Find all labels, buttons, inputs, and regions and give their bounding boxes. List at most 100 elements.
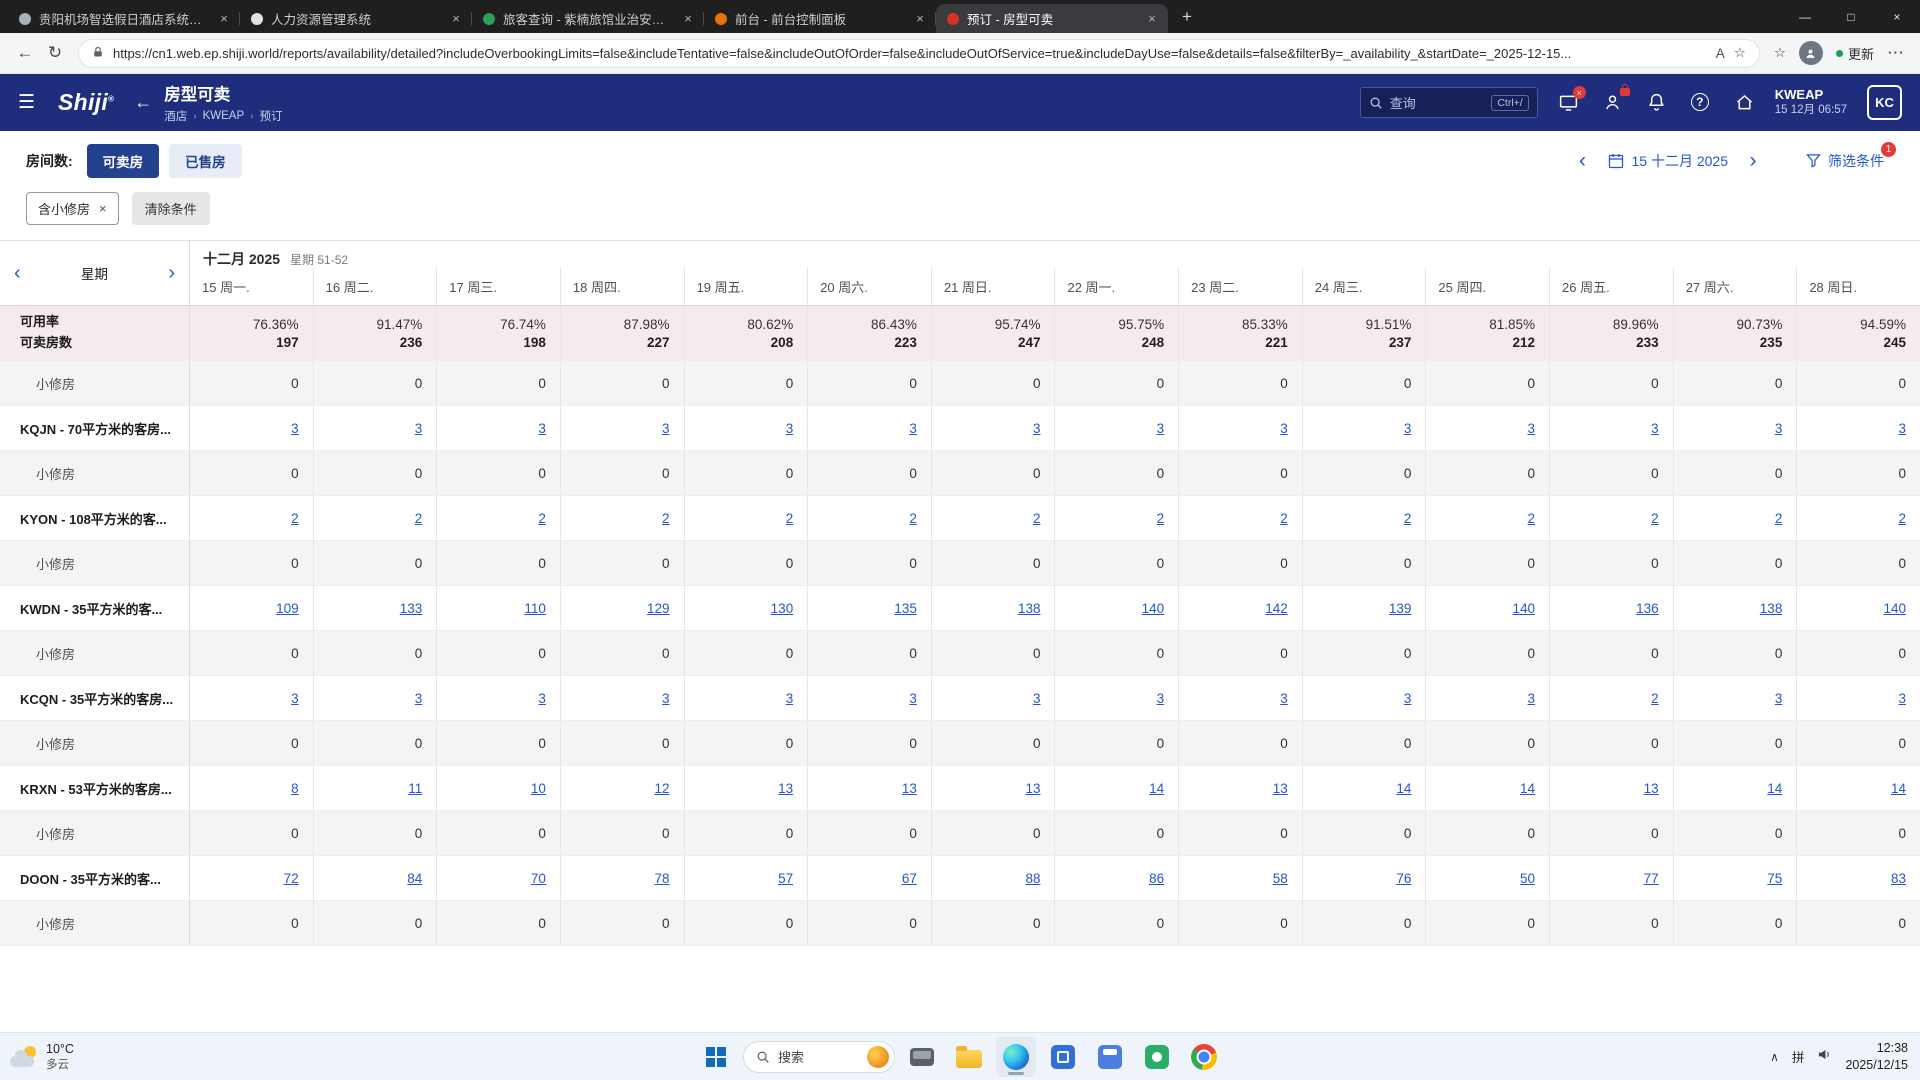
browser-tab[interactable]: 旅客查询 - 紫楠旅馆业治安信息系...× xyxy=(472,4,704,33)
minimize-button[interactable]: — xyxy=(1782,0,1828,33)
remove-chip-icon[interactable]: × xyxy=(99,201,107,216)
availability-link[interactable]: 13 xyxy=(778,781,793,796)
tray-expand-icon[interactable]: ∧ xyxy=(1770,1050,1779,1064)
availability-link[interactable]: 3 xyxy=(1528,691,1536,706)
availability-link[interactable]: 3 xyxy=(538,421,546,436)
new-tab-button[interactable]: + xyxy=(1174,5,1200,31)
address-bar[interactable]: https://cn1.web.ep.shiji.world/reports/a… xyxy=(78,39,1760,68)
availability-link[interactable]: 2 xyxy=(1775,511,1783,526)
availability-link[interactable]: 138 xyxy=(1760,601,1783,616)
system-app-taskbar-button[interactable] xyxy=(902,1037,942,1077)
minor-repair-filter-chip[interactable]: 含小修房 × xyxy=(26,192,119,225)
ime-indicator[interactable]: 拼 xyxy=(1792,1047,1805,1066)
availability-link[interactable]: 3 xyxy=(662,691,670,706)
refresh-icon[interactable]: ↻ xyxy=(40,38,70,68)
availability-link[interactable]: 3 xyxy=(415,421,423,436)
availability-link[interactable]: 2 xyxy=(786,511,794,526)
breadcrumb-reservation[interactable]: 预订 xyxy=(260,108,283,124)
availability-link[interactable]: 3 xyxy=(786,691,794,706)
favorites-bar-icon[interactable]: ☆ xyxy=(1774,45,1786,61)
availability-link[interactable]: 78 xyxy=(655,871,670,886)
availability-link[interactable]: 11 xyxy=(408,781,422,796)
availability-link[interactable]: 3 xyxy=(1033,691,1041,706)
prev-date-button[interactable]: ‹ xyxy=(1570,149,1596,173)
availability-link[interactable]: 3 xyxy=(1033,421,1041,436)
blue-app-taskbar-button[interactable] xyxy=(1043,1037,1083,1077)
availability-link[interactable]: 3 xyxy=(1775,691,1783,706)
browser-tab[interactable]: 贵阳机场智选假日酒店系统网址与...× xyxy=(8,4,240,33)
availability-link[interactable]: 2 xyxy=(291,511,299,526)
availability-link[interactable]: 3 xyxy=(1898,691,1906,706)
availability-link[interactable]: 139 xyxy=(1389,601,1412,616)
availability-link[interactable]: 84 xyxy=(407,871,422,886)
availability-link[interactable]: 2 xyxy=(415,511,423,526)
availability-link[interactable]: 83 xyxy=(1891,871,1906,886)
read-aloud-icon[interactable]: A xyxy=(1716,46,1725,61)
availability-link[interactable]: 14 xyxy=(1891,781,1906,796)
availability-link[interactable]: 3 xyxy=(662,421,670,436)
help-icon[interactable]: ? xyxy=(1690,92,1711,113)
availability-link[interactable]: 3 xyxy=(291,691,299,706)
availability-link[interactable]: 77 xyxy=(1644,871,1659,886)
availability-link[interactable]: 2 xyxy=(1528,511,1536,526)
availability-link[interactable]: 86 xyxy=(1149,871,1164,886)
clock[interactable]: 12:38 2025/12/15 xyxy=(1845,1040,1908,1074)
availability-link[interactable]: 88 xyxy=(1025,871,1040,886)
availability-link[interactable]: 2 xyxy=(1651,691,1659,706)
availability-link[interactable]: 130 xyxy=(771,601,794,616)
google-chrome-taskbar-button[interactable] xyxy=(1184,1037,1224,1077)
availability-link[interactable]: 109 xyxy=(276,601,299,616)
availability-link[interactable]: 3 xyxy=(1157,691,1165,706)
availability-link[interactable]: 10 xyxy=(531,781,546,796)
availability-link[interactable]: 3 xyxy=(1404,691,1412,706)
availability-link[interactable]: 2 xyxy=(662,511,670,526)
tab-close-icon[interactable]: × xyxy=(680,11,696,27)
hamburger-menu-icon[interactable]: ☰ xyxy=(18,91,50,114)
availability-link[interactable]: 14 xyxy=(1520,781,1535,796)
availability-link[interactable]: 135 xyxy=(894,601,917,616)
calculator-app-taskbar-button[interactable] xyxy=(1090,1037,1130,1077)
cashier-icon[interactable] xyxy=(1602,92,1623,113)
availability-link[interactable]: 138 xyxy=(1018,601,1041,616)
browser-menu-icon[interactable]: ⋯ xyxy=(1887,43,1904,63)
availability-link[interactable]: 2 xyxy=(1651,511,1659,526)
availability-link[interactable]: 12 xyxy=(655,781,670,796)
tab-close-icon[interactable]: × xyxy=(912,11,928,27)
availability-link[interactable]: 2 xyxy=(538,511,546,526)
devices-icon[interactable]: × xyxy=(1558,92,1579,113)
availability-link[interactable]: 75 xyxy=(1767,871,1782,886)
availability-link[interactable]: 50 xyxy=(1520,871,1535,886)
back-icon[interactable]: ← xyxy=(10,38,40,68)
availability-link[interactable]: 76 xyxy=(1396,871,1411,886)
sellable-rooms-button[interactable]: 可卖房 xyxy=(87,144,160,178)
global-search-input[interactable]: 查询 Ctrl+/ xyxy=(1360,87,1538,118)
file-explorer-taskbar-button[interactable] xyxy=(949,1037,989,1077)
availability-link[interactable]: 140 xyxy=(1142,601,1165,616)
availability-link[interactable]: 2 xyxy=(909,511,917,526)
availability-link[interactable]: 3 xyxy=(538,691,546,706)
availability-link[interactable]: 140 xyxy=(1883,601,1906,616)
tab-close-icon[interactable]: × xyxy=(1144,11,1160,27)
close-window-button[interactable]: × xyxy=(1874,0,1920,33)
availability-link[interactable]: 67 xyxy=(902,871,917,886)
availability-link[interactable]: 129 xyxy=(647,601,670,616)
availability-link[interactable]: 13 xyxy=(1273,781,1288,796)
start-button[interactable] xyxy=(696,1037,736,1077)
browser-tab[interactable]: 前台 - 前台控制面板× xyxy=(704,4,936,33)
page-back-icon[interactable]: ← xyxy=(134,92,152,113)
user-avatar[interactable]: KC xyxy=(1867,85,1902,120)
browser-update-button[interactable]: 更新 xyxy=(1836,44,1874,63)
availability-link[interactable]: 70 xyxy=(531,871,546,886)
availability-link[interactable]: 3 xyxy=(1157,421,1165,436)
availability-link[interactable]: 58 xyxy=(1273,871,1288,886)
availability-link[interactable]: 3 xyxy=(909,421,917,436)
availability-link[interactable]: 14 xyxy=(1149,781,1164,796)
availability-link[interactable]: 2 xyxy=(1898,511,1906,526)
availability-link[interactable]: 136 xyxy=(1636,601,1659,616)
breadcrumb-hotel[interactable]: 酒店 xyxy=(164,108,187,124)
availability-link[interactable]: 2 xyxy=(1157,511,1165,526)
availability-link[interactable]: 3 xyxy=(1898,421,1906,436)
availability-link[interactable]: 3 xyxy=(291,421,299,436)
availability-link[interactable]: 133 xyxy=(400,601,423,616)
availability-link[interactable]: 14 xyxy=(1767,781,1782,796)
